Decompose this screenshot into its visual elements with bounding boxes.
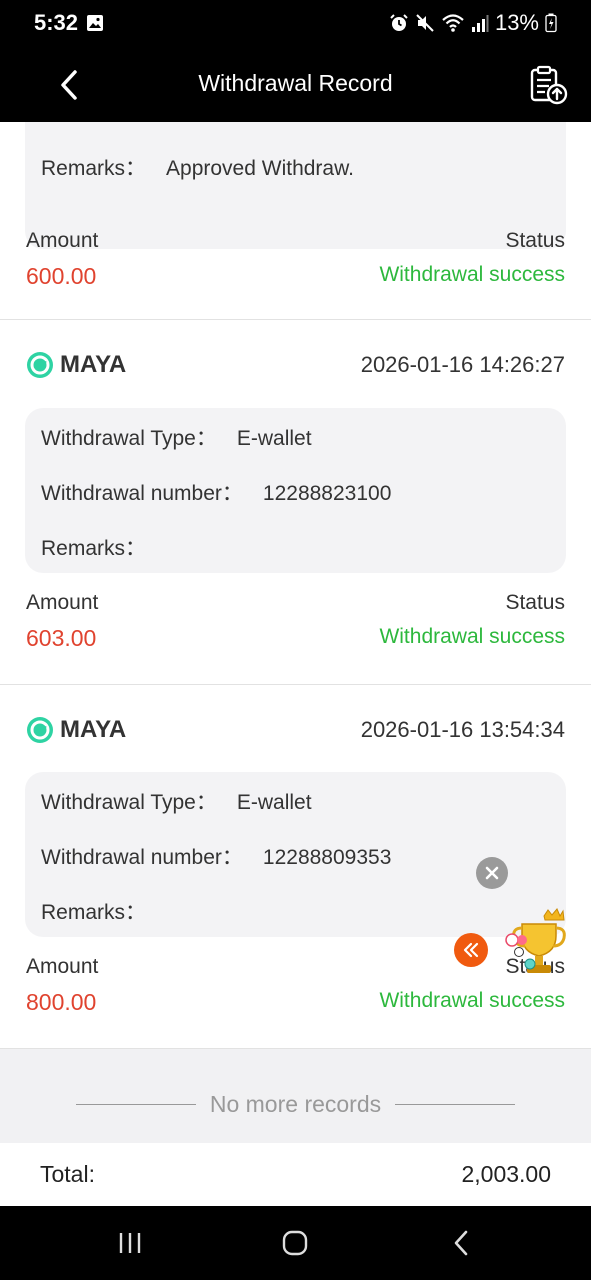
home-button[interactable]: [277, 1228, 313, 1258]
system-nav-bar: [0, 1206, 591, 1280]
brand-name: MAYA: [60, 351, 127, 378]
battery-icon: [545, 13, 557, 33]
withdrawal-number-label: Withdrawal number：: [41, 482, 243, 505]
remarks-row: Remarks：: [41, 532, 166, 562]
withdrawal-number-value: 12288823100: [262, 482, 392, 505]
alarm-icon: [390, 14, 408, 31]
withdrawal-type-row: Withdrawal Type： E-wallet: [41, 422, 312, 452]
record-header: MAYA 2026-01-16 14:26:27: [26, 348, 565, 382]
amount-value: 603.00: [26, 625, 97, 651]
no-more-records-text: No more records: [209, 1091, 382, 1117]
brand-name: MAYA: [60, 716, 127, 743]
record-datetime: 2026-01-16 13:54:34: [360, 717, 565, 742]
remarks-row: Remarks： Approved Withdraw.: [41, 152, 354, 182]
status-label: Status: [505, 591, 565, 614]
detail-box: Withdrawal number： 12289737924 Remarks： Ap…: [25, 122, 566, 249]
withdrawal-number-row: Withdrawal number： 12289737924: [41, 122, 391, 126]
system-back-button[interactable]: [443, 1228, 479, 1258]
amount-label: Amount: [26, 955, 99, 978]
record-card: Withdrawal number： 12289737924 Remarks： Ap…: [0, 122, 591, 319]
wifi-icon: [442, 14, 464, 32]
divider-line: [75, 1104, 196, 1105]
amount-value: 600.00: [26, 263, 97, 289]
maya-logo-icon: [27, 352, 53, 378]
remarks-row: Remarks：: [41, 896, 166, 926]
withdrawal-type-value: E-wallet: [236, 427, 312, 450]
detail-box: Withdrawal Type： E-wallet Withdrawal numb…: [25, 408, 566, 573]
brand: MAYA: [26, 351, 126, 379]
status-bar: 5:32 13%: [0, 0, 591, 48]
record-list[interactable]: Withdrawal number： 12289737924 Remarks： Ap…: [0, 122, 591, 1206]
status-time: 5:32: [34, 10, 79, 35]
total-value: 2,003.00: [461, 1161, 551, 1187]
total-label: Total:: [40, 1161, 95, 1187]
detail-box: Withdrawal Type： E-wallet Withdrawal numb…: [25, 772, 566, 937]
status-value: Withdrawal success: [379, 625, 565, 648]
nav-bar: Withdrawal Record: [0, 48, 591, 122]
divider-line: [395, 1104, 516, 1105]
withdrawal-number-label: Withdrawal number：: [41, 846, 243, 869]
no-more-records: No more records: [0, 1091, 591, 1118]
amount-label: Amount: [26, 229, 99, 252]
withdrawal-number-row: Withdrawal number： 12288809353: [41, 841, 391, 871]
float-collapse-button[interactable]: [454, 933, 488, 967]
maya-logo-icon: [27, 717, 53, 743]
status-value: Withdrawal success: [379, 263, 565, 286]
status-label: Status: [505, 229, 565, 252]
amount-value: 800.00: [26, 989, 97, 1015]
brand: MAYA: [26, 716, 126, 744]
list-end: No more records: [0, 1049, 591, 1144]
record-card: MAYA 2026-01-16 14:26:27 Withdrawal Type…: [0, 320, 591, 684]
clipboard-upload-icon[interactable]: [527, 64, 569, 106]
trophy-icon[interactable]: [500, 906, 572, 982]
double-chevron-left-icon: [463, 942, 479, 958]
withdrawal-type-label: Withdrawal Type：: [41, 791, 217, 814]
float-close-button[interactable]: [476, 857, 508, 889]
status-icons: 13%: [389, 10, 557, 36]
recent-apps-button[interactable]: [112, 1228, 148, 1258]
withdrawal-number-value: 12289737924: [263, 122, 391, 124]
withdrawal-type-value: E-wallet: [236, 791, 312, 814]
withdrawal-type-row: Withdrawal Type： E-wallet: [41, 786, 312, 816]
home-icon: [282, 1230, 308, 1256]
close-icon: [485, 866, 499, 880]
status-value: Withdrawal success: [379, 989, 565, 1012]
record-header: MAYA 2026-01-16 13:54:34: [26, 713, 565, 747]
mute-icon: [416, 14, 434, 32]
page-title: Withdrawal Record: [198, 70, 393, 96]
withdrawal-number-value: 12288809353: [262, 846, 392, 869]
signal-icon: [471, 15, 489, 32]
remarks-label: Remarks：: [41, 901, 147, 924]
total-bar: Total: 2,003.00: [0, 1143, 591, 1206]
remarks-value: Approved Withdraw.: [166, 157, 354, 180]
recent-apps-icon: [119, 1233, 141, 1253]
gallery-icon: [87, 15, 103, 31]
battery-percent: 13%: [494, 10, 539, 35]
record-datetime: 2026-01-16 14:26:27: [360, 352, 565, 377]
withdrawal-type-label: Withdrawal Type：: [41, 427, 217, 450]
withdrawal-number-row: Withdrawal number： 12288823100: [41, 477, 391, 507]
remarks-label: Remarks：: [41, 157, 147, 180]
amount-label: Amount: [26, 591, 99, 614]
remarks-label: Remarks：: [41, 537, 147, 560]
withdrawal-number-label: Withdrawal number：: [41, 122, 243, 124]
chevron-left-icon: [454, 1230, 468, 1256]
